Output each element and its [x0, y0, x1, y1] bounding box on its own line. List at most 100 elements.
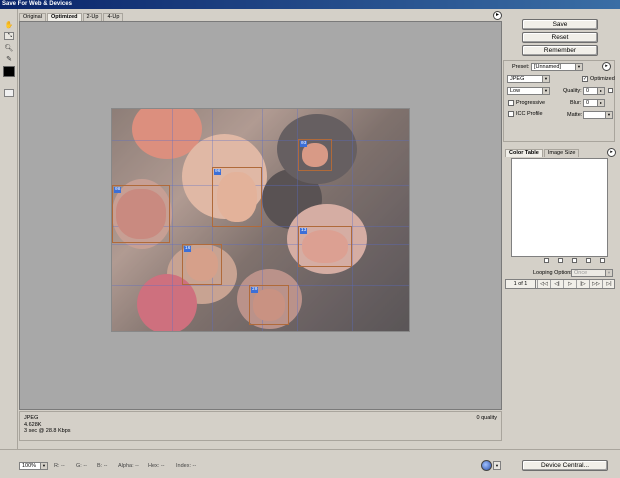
prev-frame-icon[interactable]: ◁| [550, 280, 563, 288]
optimize-menu-icon[interactable]: ▸ [602, 62, 611, 71]
tab-image-size[interactable]: Image Size [543, 149, 580, 157]
face-crop [186, 248, 218, 281]
preview-canvas[interactable]: 03 06 08 13 16 20 [19, 21, 502, 410]
panel-toggle-arrow-icon[interactable]: ▸ [493, 11, 502, 20]
remember-button[interactable]: Remember [522, 45, 598, 56]
tab-original[interactable]: Original [19, 13, 46, 21]
tab-optimized[interactable]: Optimized [46, 13, 82, 21]
blur-label: Blur: [570, 100, 582, 106]
readout-r: R: -- [54, 463, 65, 469]
last-frame-icon[interactable]: ▷▷ [589, 280, 602, 288]
quality-mask-icon[interactable] [608, 88, 613, 93]
play-icon[interactable]: ▷ [563, 280, 576, 288]
browser-preview-icon[interactable] [481, 460, 492, 471]
zoom-select[interactable]: 100% ▼ [19, 462, 48, 470]
zoom-value: 100% [22, 463, 37, 469]
hand-icon[interactable]: ✋ [4, 21, 14, 30]
info-quality: 0 quality [476, 415, 498, 421]
eyedropper-color-swatch[interactable] [3, 66, 15, 77]
face-crop [302, 230, 348, 263]
preset-value: [Unnamed] [534, 64, 561, 70]
quality-label: Quality: [563, 88, 582, 94]
format-value: JPEG [510, 76, 525, 82]
chevron-down-icon: ▼ [542, 88, 549, 94]
slice-13[interactable]: 13 [298, 226, 352, 267]
chevron-right-icon: ▸ [597, 100, 604, 106]
preview-image[interactable]: 03 06 08 13 16 20 [111, 108, 410, 332]
view-tabs: Original Optimized 2-Up 4-Up [19, 13, 124, 21]
next-frame-icon[interactable]: |▷ [576, 280, 589, 288]
quality-level-value: Low [510, 88, 521, 94]
first-frame-icon[interactable]: ◁◁ [537, 280, 550, 288]
slice-tag: 20 [251, 287, 259, 293]
slice-tag: 16 [184, 246, 192, 252]
device-central-button[interactable]: Device Central... [522, 460, 608, 471]
preset-select[interactable]: [Unnamed] ▼ [531, 63, 583, 71]
slice-20[interactable]: 20 [249, 285, 289, 325]
zoom-icon[interactable]: 🔍︎ [4, 44, 14, 53]
lock-color-icon[interactable] [572, 258, 577, 263]
chevron-down-icon: ▼ [575, 64, 582, 70]
slice-16[interactable]: 16 [182, 244, 222, 285]
browser-menu-arrow-icon[interactable]: ▼ [493, 461, 501, 470]
icc-profile-checkbox[interactable] [508, 111, 514, 117]
tool-strip: ✋ ⤡ 🔍︎ ✎ [0, 9, 18, 449]
eyedropper-icon[interactable]: ✎ [4, 55, 14, 64]
new-color-icon[interactable] [586, 258, 591, 263]
color-table-tabs: Color Table Image Size [505, 149, 580, 157]
looping-options-label: Looping Options: [533, 270, 575, 276]
optimized-label: Optimized [590, 76, 615, 82]
looping-value: Once [574, 270, 588, 276]
slice-tag: 08 [114, 187, 122, 193]
tab-4up[interactable]: 4-Up [103, 13, 124, 21]
animation-controls: 1 of 1 ◁◁ ◁| ▷ |▷ ▷▷ ▷| [505, 279, 615, 289]
map-color-icon[interactable] [544, 258, 549, 263]
readout-alpha: Alpha: -- [118, 463, 139, 469]
window-title: Save For Web & Devices [0, 0, 620, 9]
progressive-checkbox[interactable] [508, 100, 514, 106]
save-button[interactable]: Save [522, 19, 598, 30]
face-crop [116, 189, 166, 239]
optimized-checkbox[interactable]: ✓ [582, 76, 588, 82]
frame-count: 1 of 1 [506, 280, 536, 288]
slice-tag: 13 [300, 228, 308, 234]
blur-input[interactable]: 0 ▸ [583, 99, 605, 107]
tab-color-table[interactable]: Color Table [505, 149, 543, 157]
chevron-down-icon: ▼ [40, 463, 47, 469]
slice-06[interactable]: 06 [212, 167, 262, 227]
chevron-down-icon: ▼ [605, 270, 612, 276]
optimization-info: JPEG 4.628K 3 sec @ 28.8 Kbps 0 quality [19, 411, 502, 441]
looping-select[interactable]: Once ▼ [571, 269, 613, 277]
slice-select-icon[interactable]: ⤡ [4, 32, 14, 40]
chevron-down-icon: ▼ [542, 76, 549, 82]
readout-index: Index: -- [176, 463, 197, 469]
slice-tag: 03 [300, 141, 308, 147]
color-table-menu-icon[interactable]: ▸ [607, 148, 616, 157]
toggle-slices-icon[interactable] [4, 89, 14, 97]
delete-color-icon[interactable] [600, 258, 605, 263]
quality-input[interactable]: 0 ▸ [583, 87, 605, 95]
preset-label: Preset: [512, 64, 530, 70]
slice-tag: 06 [214, 169, 222, 175]
slice-03[interactable]: 03 [298, 139, 332, 171]
readout-g: G: -- [76, 463, 87, 469]
quality-value: 0 [586, 88, 590, 94]
quality-level-select[interactable]: Low ▼ [507, 87, 550, 95]
color-table-grid[interactable] [511, 158, 608, 257]
matte-select[interactable]: ▼ [583, 111, 613, 119]
status-bar: 100% ▼ R: -- G: -- B: -- Alpha: -- Hex: … [0, 449, 620, 478]
end-frame-icon[interactable]: ▷| [602, 280, 615, 288]
reset-button[interactable]: Reset [522, 32, 598, 43]
blur-value: 0 [586, 100, 590, 106]
web-shift-icon[interactable] [558, 258, 563, 263]
format-select[interactable]: JPEG ▼ [507, 75, 550, 83]
info-time: 3 sec @ 28.8 Kbps [24, 428, 71, 434]
tab-2up[interactable]: 2-Up [82, 13, 103, 21]
chevron-down-icon: ▼ [605, 112, 612, 118]
readout-b: B: -- [97, 463, 108, 469]
slice-08[interactable]: 08 [112, 185, 170, 243]
icc-profile-label: ICC Profile [516, 111, 543, 117]
matte-label: Matte: [567, 112, 583, 118]
readout-hex: Hex: -- [148, 463, 165, 469]
face-crop [253, 289, 285, 321]
